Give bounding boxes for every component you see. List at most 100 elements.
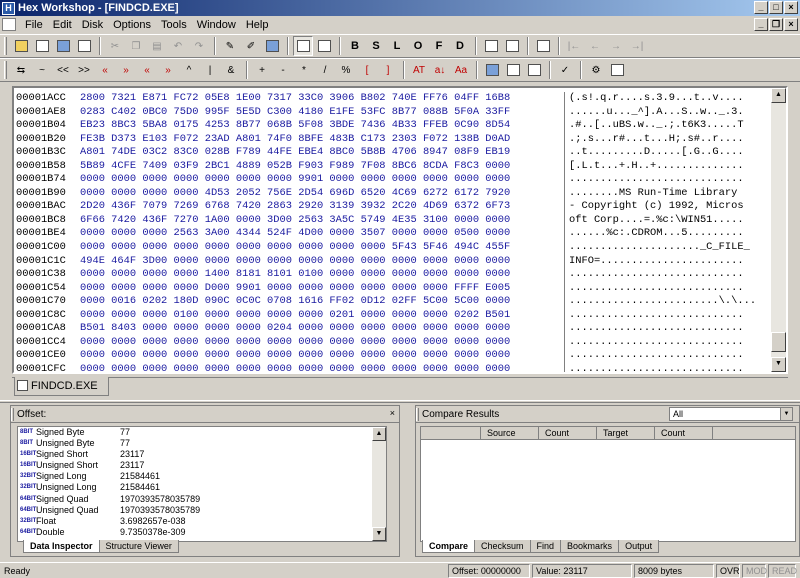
find-next-icon[interactable]: ✐: [241, 36, 261, 56]
hex-row-bytes[interactable]: B501 8403 0000 0000 0000 0000 0204 0000 …: [80, 322, 564, 336]
inspector-row[interactable]: 64BIT Unsigned Quad 1970393578035789: [18, 505, 386, 516]
hex-row-bytes[interactable]: 0000 0000 0000 0000 0000 0000 0000 0000 …: [80, 336, 564, 350]
inspector-row[interactable]: 64BIT Double 9.7350378e-309: [18, 527, 386, 538]
hex-row-ascii[interactable]: [.L.t...+.H..+..............: [564, 159, 774, 174]
save-icon[interactable]: [53, 36, 73, 56]
panel-close-icon[interactable]: ×: [390, 408, 395, 418]
hex-row[interactable]: 00001B90 0000 0000 0000 0000 4D53 2052 75…: [16, 186, 774, 201]
inspector-value[interactable]: 21584461: [120, 471, 160, 482]
hex-row-bytes[interactable]: 0000 0000 0000 2563 3A00 4344 524F 4D00 …: [80, 227, 564, 241]
goto-start-icon[interactable]: |←: [564, 36, 584, 56]
hex-row[interactable]: 00001CC4 0000 0000 0000 0000 0000 0000 00…: [16, 335, 774, 350]
hex-row[interactable]: 00001BE4 0000 0000 0000 2563 3A00 4344 52…: [16, 227, 774, 242]
inspector-value[interactable]: 1970393578035789: [120, 494, 200, 505]
hex-row[interactable]: 00001B74 0000 0000 0000 0000 0000 0000 00…: [16, 173, 774, 187]
rotate-right-icon[interactable]: »: [116, 60, 136, 80]
hex-row[interactable]: 00001C70 0000 0016 0202 180D 090C 0C0C 07…: [16, 295, 774, 309]
hex-view-icon[interactable]: [293, 36, 313, 56]
hex-row-ascii[interactable]: ......%c:.CDROM...5.........: [564, 227, 774, 242]
inspector-value[interactable]: 9.7350378e-309: [120, 527, 186, 538]
hex-row[interactable]: 00001B3C A801 74DE 03C2 83C0 028B F789 44…: [16, 146, 774, 160]
minimize-button[interactable]: _: [754, 1, 768, 14]
inspector-row[interactable]: 64BIT Signed Quad 1970393578035789: [18, 494, 386, 505]
hex-row-ascii[interactable]: .#..[..uBS.w.._.;.t6K3.....T: [564, 119, 774, 133]
hex-row[interactable]: 00001CFC 0000 0000 0000 0000 0000 0000 00…: [16, 362, 774, 372]
invert-icon[interactable]: ~: [32, 60, 52, 80]
copy-icon[interactable]: ❐: [126, 36, 146, 56]
inspector-value[interactable]: 21584461: [120, 482, 160, 493]
bracket-right-icon[interactable]: ]: [378, 60, 398, 80]
panel-grip[interactable]: [11, 408, 14, 421]
settings-icon[interactable]: ⚙: [586, 60, 606, 80]
hex-workshop-app-icon[interactable]: H: [2, 1, 15, 15]
hex-row-bytes[interactable]: 0000 0000 0000 0000 4D53 2052 756E 2D54 …: [80, 187, 564, 201]
float-mode-button[interactable]: F: [429, 36, 449, 56]
open-folder-icon[interactable]: [11, 36, 31, 56]
modulus-button[interactable]: %: [336, 60, 356, 80]
ascii-view-icon[interactable]: [314, 36, 334, 56]
close-button[interactable]: ×: [784, 1, 798, 14]
hex-row-bytes[interactable]: 494E 464F 3D00 0000 0000 0000 0000 0000 …: [80, 255, 564, 269]
inspector-row[interactable]: 16BIT Unsigned Short 23117: [18, 460, 386, 471]
inspector-value[interactable]: 23117: [120, 449, 144, 460]
compare-list[interactable]: Source Count Target Count: [420, 426, 796, 542]
hex-row[interactable]: 00001B20 FE3B D373 E103 F072 23AD A801 74…: [16, 132, 774, 147]
compare-filter-select[interactable]: All ▼: [669, 407, 793, 421]
hex-row-ascii[interactable]: INFO=.......................: [564, 254, 774, 269]
short-mode-button[interactable]: S: [366, 36, 386, 56]
inspector-row[interactable]: 32BIT Unsigned Long 21584461: [18, 482, 386, 493]
lowercase-icon[interactable]: a↓: [430, 60, 450, 80]
inspector-value[interactable]: 3.6982657e-038: [120, 516, 186, 527]
hex-row[interactable]: 00001CA8 B501 8403 0000 0000 0000 0000 02…: [16, 322, 774, 336]
menu-window[interactable]: Window: [192, 19, 241, 31]
tab-output[interactable]: Output: [618, 540, 660, 553]
mdi-minimize-button[interactable]: _: [754, 18, 768, 31]
hex-row-bytes[interactable]: 0000 0000 0000 0000 0000 0000 0000 0000 …: [80, 241, 564, 255]
double-mode-button[interactable]: D: [450, 36, 470, 56]
hex-row-bytes[interactable]: 0000 0000 0000 0000 1400 8181 8101 0100 …: [80, 268, 564, 282]
hex-row[interactable]: 00001BAC 2D20 436F 7079 7269 6768 7420 28…: [16, 200, 774, 214]
inspector-row[interactable]: 32BIT Float 3.6982657e-038: [18, 516, 386, 527]
print-icon[interactable]: [74, 36, 94, 56]
maximize-button[interactable]: □: [769, 1, 783, 14]
rotate-right-carry-icon[interactable]: »: [158, 60, 178, 80]
tab-data-inspector[interactable]: Data Inspector: [23, 540, 100, 553]
hex-row-bytes[interactable]: 6F66 7420 436F 7270 1A00 0000 3D00 2563 …: [80, 214, 564, 228]
hex-row-bytes[interactable]: 0000 0000 0000 0000 D000 9901 0000 0000 …: [80, 282, 564, 296]
scroll-down-arrow-icon[interactable]: ▼: [372, 527, 386, 541]
hex-row-ascii[interactable]: ............................: [564, 308, 774, 323]
hex-rows[interactable]: 00001ACC 2800 7321 E871 FC72 05E8 1E00 73…: [16, 92, 774, 372]
inspector-row[interactable]: 32BIT Signed Long 21584461: [18, 471, 386, 482]
hex-row-ascii[interactable]: ............................: [564, 349, 774, 363]
hex-row[interactable]: 00001C1C 494E 464F 3D00 0000 0000 0000 00…: [16, 254, 774, 269]
inspector-value[interactable]: 1970393578035789: [120, 505, 200, 516]
inspector-value[interactable]: 77: [120, 427, 130, 438]
inspector-list[interactable]: 8BIT Signed Byte 77 8BIT Unsigned Byte 77 16BI…: [17, 426, 387, 542]
hex-row-bytes[interactable]: A801 74DE 03C2 83C0 028B F789 44FE EBE4 …: [80, 146, 564, 160]
hex-row[interactable]: 00001B04 EB23 8BC3 5BA8 0175 4253 8B77 06…: [16, 119, 774, 133]
toolbar-grip[interactable]: [4, 37, 7, 55]
col-target-count[interactable]: Count: [655, 427, 713, 439]
hex-row-ascii[interactable]: ............................: [564, 173, 774, 187]
shift-left-button[interactable]: <<: [53, 60, 73, 80]
scroll-thumb[interactable]: [771, 332, 786, 352]
rotate-left-carry-icon[interactable]: «: [137, 60, 157, 80]
hex-row-ascii[interactable]: (.s!.q.r....s.3.9...t..v....: [564, 92, 774, 106]
hex-row-ascii[interactable]: ............................: [564, 362, 774, 372]
hex-row[interactable]: 00001C38 0000 0000 0000 0000 1400 8181 81…: [16, 268, 774, 282]
hex-row-bytes[interactable]: 2800 7321 E871 FC72 05E8 1E00 7317 33C0 …: [80, 92, 564, 106]
inspector-value[interactable]: 23117: [120, 460, 144, 471]
tab-bookmarks[interactable]: Bookmarks: [560, 540, 620, 553]
mdi-close-button[interactable]: ×: [784, 18, 798, 31]
hex-row-ascii[interactable]: ..t.........D.....[.G..G....: [564, 146, 774, 160]
menu-tools[interactable]: Tools: [156, 19, 192, 31]
hex-row[interactable]: 00001AE8 0283 C402 0BC0 75D0 995F 5E5D C3…: [16, 105, 774, 120]
inspector-value[interactable]: 77: [120, 438, 130, 449]
hex-row[interactable]: 00001C00 0000 0000 0000 0000 0000 0000 00…: [16, 241, 774, 255]
and-button[interactable]: &: [221, 60, 241, 80]
doc-tab-findcd[interactable]: FINDCD.EXE: [14, 377, 109, 396]
byte-mode-button[interactable]: B: [345, 36, 365, 56]
tab-checksum[interactable]: Checksum: [474, 540, 531, 553]
scroll-down-arrow-icon[interactable]: ▼: [771, 357, 786, 372]
hex-row-ascii[interactable]: ........MS Run-Time Library: [564, 186, 774, 201]
